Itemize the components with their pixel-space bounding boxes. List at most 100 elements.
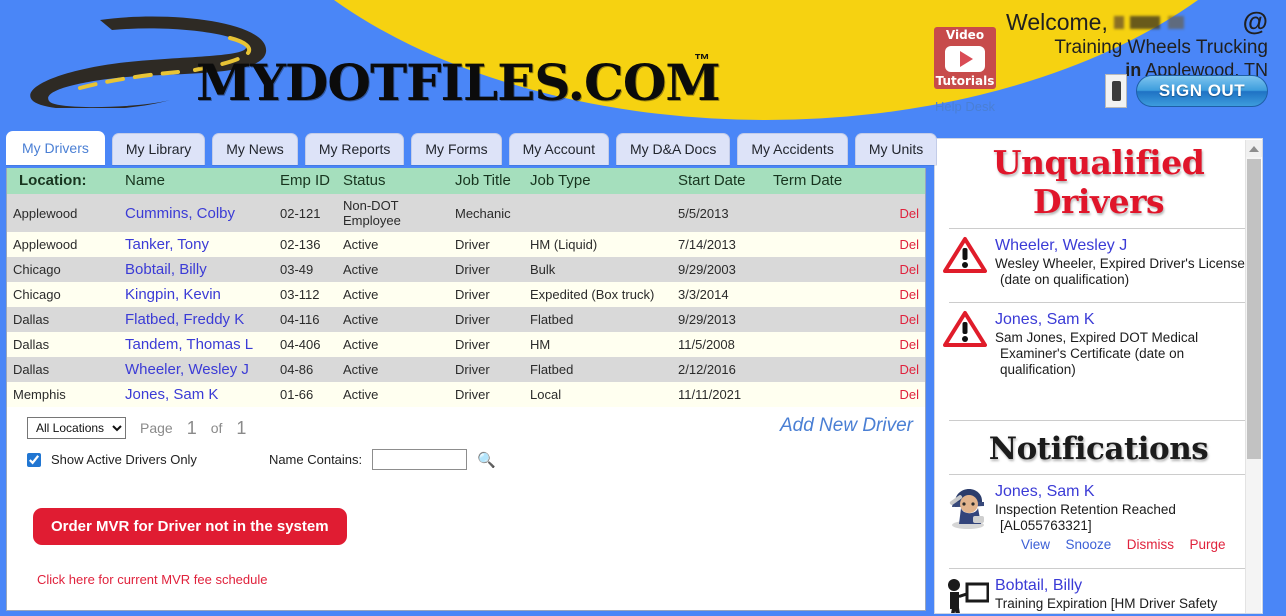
col-name[interactable]: Name: [119, 168, 274, 194]
col-term-date[interactable]: Term Date: [767, 168, 875, 194]
notification-driver-name[interactable]: Jones, Sam K: [995, 482, 1252, 501]
col-status[interactable]: Status: [337, 168, 449, 194]
unqualified-driver-item[interactable]: Wheeler, Wesley J Wesley Wheeler, Expire…: [935, 229, 1262, 297]
delete-link[interactable]: Del: [899, 237, 919, 252]
unqualified-driver-body: Wheeler, Wesley J Wesley Wheeler, Expire…: [995, 236, 1252, 288]
cell-start-date: 5/5/2013: [672, 194, 767, 232]
tab-my-news[interactable]: My News: [212, 133, 298, 165]
chevron-up-icon[interactable]: [1246, 140, 1262, 157]
delete-link[interactable]: Del: [899, 206, 919, 221]
driver-link[interactable]: Jones, Sam K: [125, 386, 218, 403]
tab-my-account[interactable]: My Account: [508, 133, 609, 165]
cell-location: Dallas: [7, 357, 119, 382]
table-row[interactable]: Dallas Flatbed, Freddy K 04-116 Active D…: [7, 307, 925, 332]
driver-link[interactable]: Tandem, Thomas L: [125, 336, 253, 353]
driver-link[interactable]: Tanker, Tony: [125, 236, 209, 253]
cell-delete: Del: [875, 257, 925, 282]
table-row[interactable]: Applewood Tanker, Tony 02-136 Active Dri…: [7, 232, 925, 257]
cell-start-date: 9/29/2013: [672, 307, 767, 332]
cell-job-title: Driver: [449, 282, 524, 307]
scrollbar-thumb[interactable]: [1247, 159, 1261, 459]
cell-delete: Del: [875, 382, 925, 407]
driver-link[interactable]: Kingpin, Kevin: [125, 286, 221, 303]
notification-snooze-link[interactable]: Snooze: [1065, 537, 1111, 552]
warning-triangle-icon: [943, 236, 989, 288]
notification-view-link[interactable]: View: [1021, 537, 1050, 552]
table-row[interactable]: Applewood Cummins, Colby 02-121 Non-DOT …: [7, 194, 925, 232]
col-start-date[interactable]: Start Date: [672, 168, 767, 194]
help-desk-link[interactable]: Help Desk: [932, 99, 998, 114]
cell-job-type: Flatbed: [524, 307, 672, 332]
col-location[interactable]: Location:: [7, 168, 119, 194]
add-new-driver-link[interactable]: Add New Driver: [780, 415, 913, 437]
cell-location: Applewood: [7, 194, 119, 232]
welcome-line: Welcome, @: [958, 8, 1268, 36]
unqualified-driver-name[interactable]: Jones, Sam K: [995, 310, 1252, 329]
table-row[interactable]: Memphis Jones, Sam K 01-66 Active Driver…: [7, 382, 925, 407]
unqualified-driver-name[interactable]: Wheeler, Wesley J: [995, 236, 1252, 255]
delete-link[interactable]: Del: [899, 387, 919, 402]
delete-link[interactable]: Del: [899, 312, 919, 327]
table-row[interactable]: Chicago Bobtail, Billy 03-49 Active Driv…: [7, 257, 925, 282]
tab-my-units[interactable]: My Units: [854, 133, 938, 165]
driver-link[interactable]: Wheeler, Wesley J: [125, 361, 249, 378]
cell-term-date: [767, 307, 875, 332]
col-emp-id[interactable]: Emp ID: [274, 168, 337, 194]
cell-emp-id: 02-121: [274, 194, 337, 232]
driver-link[interactable]: Cummins, Colby: [125, 205, 235, 222]
delete-link[interactable]: Del: [899, 362, 919, 377]
notification-body: Jones, Sam K Inspection Retention Reache…: [995, 482, 1252, 554]
location-filter-select[interactable]: All Locations Applewood Chicago Dallas M…: [27, 417, 126, 439]
cell-start-date: 2/12/2016: [672, 357, 767, 382]
cell-job-title: Driver: [449, 382, 524, 407]
tab-my-drivers[interactable]: My Drivers: [6, 131, 105, 165]
driver-link[interactable]: Flatbed, Freddy K: [125, 311, 244, 328]
cell-term-date: [767, 194, 875, 232]
notification-description: Inspection Retention Reached [AL05576332…: [995, 502, 1176, 533]
tab-my-da-docs[interactable]: My D&A Docs: [615, 133, 731, 165]
tab-my-forms[interactable]: My Forms: [411, 133, 502, 165]
drivers-panel: Location: Name Emp ID Status Job Title J…: [6, 168, 926, 611]
name-contains-input[interactable]: [372, 449, 468, 470]
cell-emp-id: 03-49: [274, 257, 337, 282]
page-header: MYDOTFILES.COM ™ Video Tutorials Help De…: [0, 0, 1286, 123]
tab-my-accidents[interactable]: My Accidents: [737, 133, 848, 165]
table-row[interactable]: Chicago Kingpin, Kevin 03-112 Active Dri…: [7, 282, 925, 307]
table-row[interactable]: Dallas Tandem, Thomas L 04-406 Active Dr…: [7, 332, 925, 357]
mvr-fee-schedule-link[interactable]: Click here for current MVR fee schedule: [37, 572, 925, 587]
notification-item[interactable]: Bobtail, Billy Training Expiration [HM D…: [935, 569, 1262, 613]
notification-item[interactable]: Jones, Sam K Inspection Retention Reache…: [935, 475, 1262, 563]
cell-delete: Del: [875, 282, 925, 307]
col-job-title[interactable]: Job Title: [449, 168, 524, 194]
cell-emp-id: 04-406: [274, 332, 337, 357]
sign-out-button[interactable]: SIGN OUT: [1136, 75, 1268, 107]
delete-link[interactable]: Del: [899, 337, 919, 352]
delete-link[interactable]: Del: [899, 262, 919, 277]
inspector-icon: [943, 482, 989, 554]
cell-term-date: [767, 232, 875, 257]
app-root: MYDOTFILES.COM ™ Video Tutorials Help De…: [0, 0, 1286, 616]
notification-dismiss-link[interactable]: Dismiss: [1127, 537, 1174, 552]
main-tabbar: My Drivers My Library My News My Reports…: [6, 131, 938, 165]
cell-emp-id: 04-86: [274, 357, 337, 382]
drivers-table: Location: Name Emp ID Status Job Title J…: [7, 168, 925, 407]
notification-purge-link[interactable]: Purge: [1189, 537, 1225, 552]
driver-link[interactable]: Bobtail, Billy: [125, 261, 207, 278]
magnifier-icon[interactable]: 🔍: [477, 451, 496, 469]
cell-status: Active: [337, 382, 449, 407]
cell-job-type: Bulk: [524, 257, 672, 282]
notification-driver-name[interactable]: Bobtail, Billy: [995, 576, 1252, 595]
notifications-title: Notifications: [988, 431, 1209, 467]
tab-my-reports[interactable]: My Reports: [304, 133, 405, 165]
col-job-type[interactable]: Job Type: [524, 168, 672, 194]
show-active-drivers-checkbox[interactable]: [27, 452, 41, 467]
unqualified-driver-item[interactable]: Jones, Sam K Sam Jones, Expired DOT Medi…: [935, 303, 1262, 387]
sidebar-scrollbar[interactable]: [1245, 140, 1262, 613]
unqualified-drivers-title: Unqualified Drivers: [992, 143, 1205, 221]
table-row[interactable]: Dallas Wheeler, Wesley J 04-86 Active Dr…: [7, 357, 925, 382]
cell-name: Jones, Sam K: [119, 382, 274, 407]
order-mvr-button[interactable]: Order MVR for Driver not in the system: [33, 508, 347, 545]
tab-my-library[interactable]: My Library: [111, 133, 206, 165]
page-current: 1: [186, 417, 197, 438]
delete-link[interactable]: Del: [899, 287, 919, 302]
